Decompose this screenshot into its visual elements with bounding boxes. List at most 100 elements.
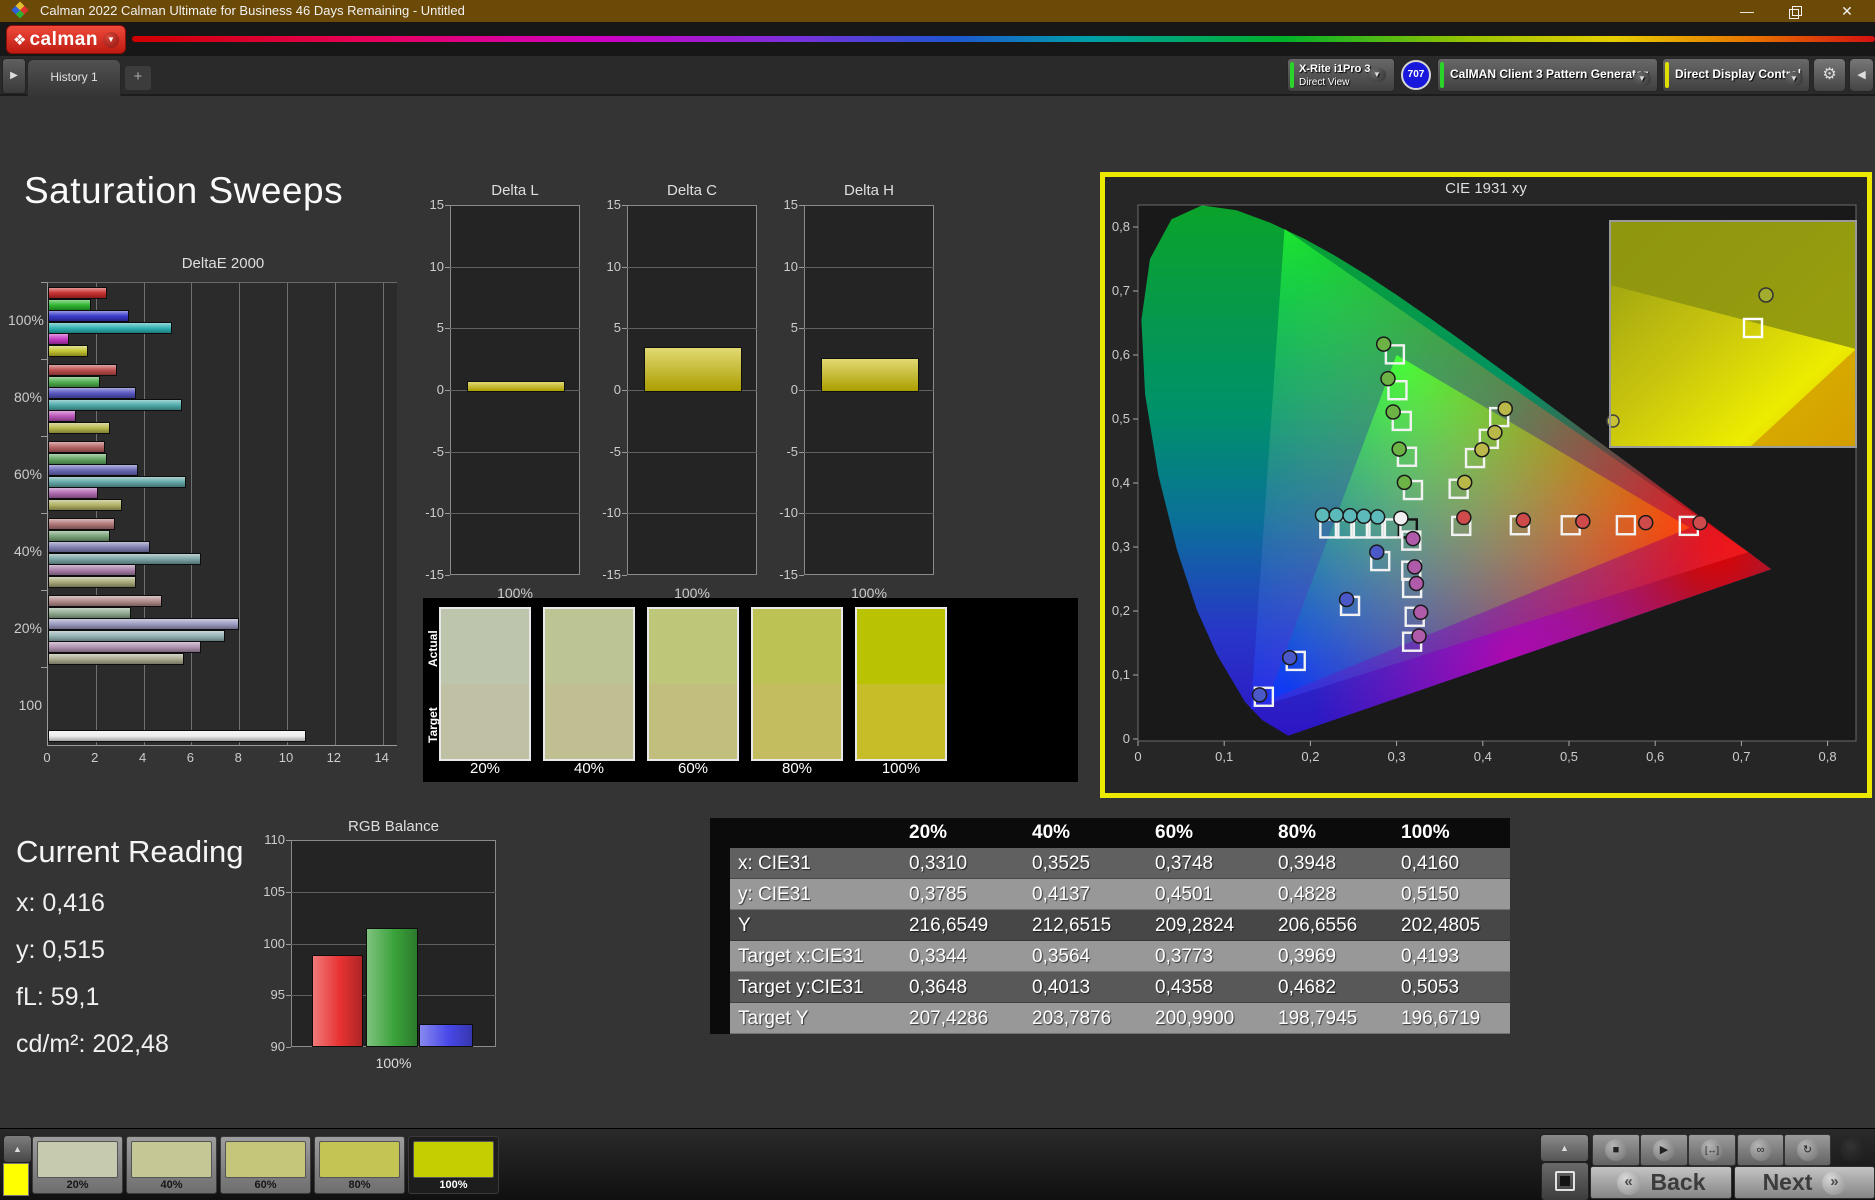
deltaC-ytick-label: 15 xyxy=(606,197,621,212)
patch-card-swatch xyxy=(131,1141,212,1178)
tab-history-1[interactable]: History 1 xyxy=(27,59,121,96)
deltae-xtick-label: 6 xyxy=(186,750,194,765)
step-button[interactable]: [↔] xyxy=(1688,1134,1736,1166)
loop-button[interactable]: ∞ xyxy=(1737,1134,1784,1166)
deltae2000-title: DeltaE 2000 xyxy=(181,255,265,272)
back-button[interactable]: « Back xyxy=(1590,1166,1732,1199)
deltaC-ytick-label: 10 xyxy=(606,258,621,274)
patch-card-swatch xyxy=(413,1141,494,1178)
expand-pane-button[interactable]: ▶ xyxy=(2,58,26,94)
swatch-20% xyxy=(439,607,531,761)
refresh-button[interactable]: ↻ xyxy=(1784,1134,1831,1166)
patch-card-40%[interactable]: 40% xyxy=(126,1136,217,1194)
next-arrows-icon: » xyxy=(1822,1170,1847,1195)
tick-mark xyxy=(622,575,627,576)
deltaL-ytick-label: -5 xyxy=(432,443,444,459)
display-control-button[interactable]: Direct Display Control ▼ xyxy=(1662,58,1810,92)
gridline xyxy=(804,451,934,453)
table-row-label: Target y:CIE31 xyxy=(730,972,895,1003)
status-led xyxy=(1840,1137,1866,1163)
tick-mark xyxy=(286,995,291,997)
table-row-stub xyxy=(710,941,730,972)
gridline xyxy=(627,513,757,515)
tick-mark xyxy=(41,436,47,437)
display-status-bar xyxy=(1665,62,1669,88)
deltaL-ytick-label: -15 xyxy=(425,567,444,582)
gridline xyxy=(143,283,145,745)
deltaH-ytick-label: -5 xyxy=(786,443,798,459)
next-button[interactable]: Next » xyxy=(1734,1166,1875,1199)
chevron-down-icon[interactable]: ▼ xyxy=(1633,72,1651,86)
table-row-label: Y xyxy=(730,910,895,941)
chevron-down-icon[interactable]: ▼ xyxy=(1368,68,1386,82)
tick-mark xyxy=(41,667,47,668)
table-value-cell: 0,5053 xyxy=(1387,972,1510,1003)
cie-1931-chart: CIE 1931 xy 0 0 0,1 0,1 0,2 0,2 0,3 0,3 0,4 0,4 0,… xyxy=(1100,172,1872,798)
minimize-button[interactable]: — xyxy=(1730,0,1764,22)
calman-menu-button[interactable]: ❖ calman ▼ xyxy=(6,25,126,54)
patch-card-80%[interactable]: 80% xyxy=(314,1136,405,1194)
svg-text:0: 0 xyxy=(1123,731,1130,746)
bottom-bar: ▲ ▲ ■ ▶ [↔] ∞ ↻ « Back Next » 20% 40% 60% 8… xyxy=(0,1128,1875,1200)
svg-text:0,7: 0,7 xyxy=(1732,749,1750,764)
table-row-stub xyxy=(710,848,730,879)
pattern-window-icon xyxy=(1560,1176,1570,1186)
patch-card-100%[interactable]: 100% xyxy=(408,1136,499,1194)
meter-badge[interactable]: 707 xyxy=(1401,60,1431,90)
table-value-cell: 0,4828 xyxy=(1264,879,1387,910)
swatch-label: 40% xyxy=(573,760,605,777)
rgb-ytick-label: 100 xyxy=(263,935,285,951)
restore-button[interactable] xyxy=(1780,0,1814,22)
table-header-cell: 100% xyxy=(1387,818,1510,848)
table-row-label: y: CIE31 xyxy=(730,879,895,910)
expand-strip-button[interactable]: ▲ xyxy=(3,1135,32,1163)
patch-card-label: 40% xyxy=(160,1179,183,1191)
table-value-cell: 198,7945 xyxy=(1264,1003,1387,1034)
patch-card-20%[interactable]: 20% xyxy=(32,1136,123,1194)
pattern-generator-button[interactable]: CalMAN Client 3 Pattern Generator ▼ xyxy=(1437,58,1658,92)
play-button[interactable]: ▶ xyxy=(1640,1134,1688,1166)
stop-button[interactable]: ■ xyxy=(1592,1134,1640,1166)
logo-row: ❖ calman ▼ xyxy=(0,22,1875,56)
gridline xyxy=(627,266,757,268)
gridline xyxy=(627,328,757,330)
chevron-down-icon[interactable]: ▼ xyxy=(103,31,119,48)
meter-device-button[interactable]: X-Rite i1Pro 3 Direct View ▼ xyxy=(1287,58,1395,92)
deltae-bar-100%-0 xyxy=(48,287,108,299)
svg-text:0,6: 0,6 xyxy=(1112,347,1130,362)
table-value-cell: 206,6556 xyxy=(1264,910,1387,941)
gridline xyxy=(239,283,241,745)
deltaH-ytick-label: 15 xyxy=(783,197,798,212)
pattern-window-button[interactable] xyxy=(1541,1162,1589,1200)
deltae-xtick-label: 12 xyxy=(326,750,342,765)
deltae-bar-60%-1 xyxy=(48,452,108,465)
tick-mark xyxy=(445,266,450,268)
table-row: Target Y 207,4286 203,7876 200,9900 198,7945… xyxy=(710,1003,1510,1034)
deltaH-ytick-label: -15 xyxy=(779,567,798,582)
step-icon: [↔] xyxy=(1701,1139,1723,1161)
calman-wordmark: calman xyxy=(29,28,98,50)
swatch-40% xyxy=(543,607,635,761)
patch-card-swatch xyxy=(319,1141,400,1178)
calman-diamond-icon: ❖ xyxy=(13,31,27,49)
deltae-bar-20%-2 xyxy=(48,618,239,631)
delta-h-title: Delta H xyxy=(843,182,895,199)
add-tab-button[interactable]: + xyxy=(124,65,152,91)
expand-controls-button[interactable]: ▲ xyxy=(1540,1134,1589,1162)
table-value-cell: 200,9900 xyxy=(1141,1003,1264,1034)
chevron-down-icon[interactable]: ▼ xyxy=(1785,72,1803,86)
page-title: Saturation Sweeps xyxy=(24,170,344,211)
refresh-icon: ↻ xyxy=(1796,1139,1819,1161)
settings-gear-icon[interactable]: ⚙ xyxy=(1813,58,1846,92)
table-value-cell: 0,5150 xyxy=(1387,879,1510,910)
collapse-panel-icon[interactable]: ◀ xyxy=(1849,58,1874,92)
tick-mark xyxy=(622,266,627,268)
deltae-xtick-label: 2 xyxy=(91,750,99,765)
deltaC-ytick-label: 0 xyxy=(613,382,621,397)
meter-name: X-Rite i1Pro 3 xyxy=(1299,63,1371,75)
patch-card-60%[interactable]: 60% xyxy=(220,1136,311,1194)
svg-text:0,5: 0,5 xyxy=(1112,411,1130,426)
close-button[interactable]: ✕ xyxy=(1830,0,1864,22)
deltae-bar-80%-5 xyxy=(48,422,110,434)
deltae-xtick-label: 0 xyxy=(43,750,51,765)
